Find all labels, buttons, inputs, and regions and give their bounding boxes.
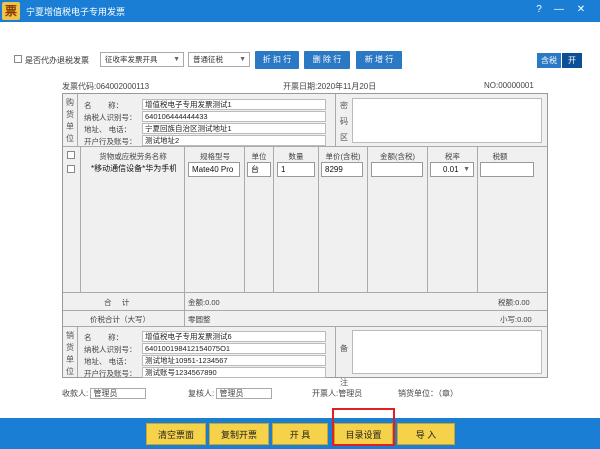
seller-bank-field[interactable]: 测试账号1234567890 [142,367,326,378]
item-tax-cell[interactable] [480,162,534,177]
total-amount: 金额:0.00 [188,298,220,307]
seller-tax-id-field[interactable]: 640100198412154075O1 [142,343,326,354]
item-price-cell[interactable]: 8299 [321,162,363,177]
tax-inclusive-toggle-label[interactable]: 含税 [537,53,561,68]
clear-form-button[interactable]: 清空票面 [146,423,206,445]
tax-type-select[interactable]: 普通征税 ▼ [188,52,250,67]
app-logo: 票 [2,2,20,20]
buyer-tax-id-label: 纳税人识别号： [84,113,137,122]
discount-row-button[interactable]: 折 扣 行 [255,51,299,69]
col-header-spec: 规格型号 [200,152,230,161]
item-name-cell[interactable]: *移动通信设备*华为手机 [88,162,176,177]
item-amount-cell[interactable] [371,162,423,177]
divider [367,147,368,292]
seller-address-field[interactable]: 测试地址10951-1234567 [142,355,326,366]
divider [63,310,547,311]
cipher-area-label: 密 码 区 [340,101,348,142]
seller-address-label: 地址、 电话： [84,357,132,366]
total-label: 合 计 [104,298,130,307]
issue-button[interactable]: 开 具 [272,423,328,445]
payee: 收款人: 管理员 [62,388,147,400]
import-button[interactable]: 导 入 [397,423,455,445]
divider [335,94,336,146]
chevron-down-icon: ▼ [173,56,180,63]
divider [244,147,245,292]
item-unit-cell[interactable]: 台 [247,162,271,177]
payee-select[interactable]: 管理员 [90,388,147,400]
divider [77,327,78,377]
divider [80,147,81,292]
divider [477,147,478,292]
small-total-value: 小写:0.00 [500,315,532,324]
capital-total-label: 价税合计（大写） [90,315,150,324]
title-bar: 票 宁夏增值税电子专用发票 ? — ✕ [0,0,600,22]
issue-date: 开票日期:2020年11月20日 [283,82,377,91]
issue-type-select[interactable]: 征收率发票开具 ▼ [100,52,184,67]
select-all-checkbox[interactable] [67,151,75,159]
buyer-name-field[interactable]: 增值税电子专用发票测试1 [142,99,326,110]
chevron-down-icon: ▼ [463,166,470,173]
help-icon[interactable]: ? [532,3,546,17]
divider [63,326,547,327]
delete-row-button[interactable]: 删 除 行 [304,51,350,69]
seller-bank-label: 开户行及账号： [84,369,137,378]
col-header-name: 货物或应税劳务名称 [99,152,167,161]
proxy-refund-label: 是否代办退税发票 [25,56,89,65]
col-header-amount: 金额(含税) [380,152,415,161]
tax-type-value: 普通征税 [193,55,223,64]
window-title: 宁夏增值税电子专用发票 [26,7,126,17]
divider [318,147,319,292]
divider [77,94,78,146]
invoice-number: NO:00000001 [484,81,534,90]
tax-inclusive-toggle-state[interactable]: 开 [562,53,582,68]
item-qty-cell[interactable]: 1 [277,162,315,177]
divider [184,147,185,292]
remark-field[interactable] [352,330,542,374]
highlight-box [332,408,395,446]
buyer-side-label: 购 货 单 位 [66,98,74,143]
cipher-area [352,98,542,143]
buyer-bank-field[interactable]: 测试地址2 [142,135,326,146]
buyer-bank-label: 开户行及账号： [84,137,137,146]
buyer-tax-id-field[interactable]: 640106444444433 [142,111,326,122]
divider [335,327,336,377]
seller-side-label: 销 货 单 位 [66,331,74,376]
buyer-address-label: 地址、 电话： [84,125,132,134]
col-header-qty: 数量 [288,152,304,161]
add-row-button[interactable]: 新 增 行 [356,51,402,69]
divider [63,292,547,293]
item-rate-select[interactable]: 0.01 ▼ [430,162,474,177]
close-icon[interactable]: ✕ [574,3,588,17]
col-header-tax: 税额 [492,152,508,161]
col-header-unit: 单位 [251,152,267,161]
divider [184,292,185,326]
buyer-address-field[interactable]: 宁夏回族自治区测试地址1 [142,123,326,134]
seller-name-field[interactable]: 增值税电子专用发票测试6 [142,331,326,342]
seller-seal: 销货单位：（章） [398,389,458,398]
total-tax: 税额:0.00 [498,298,530,307]
divider [427,147,428,292]
row-checkbox[interactable] [67,165,75,173]
col-header-price: 单价(含税) [325,152,361,161]
reviewer: 复核人: 管理员 [188,388,273,400]
copy-issue-button[interactable]: 复制开票 [209,423,269,445]
buyer-name-label: 名 称： [84,101,124,110]
minimize-icon[interactable]: — [552,3,566,17]
drawer: 开票人:管理员 [312,389,363,398]
seller-name-label: 名 称： [84,333,124,342]
item-rate-value: 0.01 [443,165,459,174]
capital-total-value: 零圆整 [188,315,211,324]
seller-tax-id-label: 纳税人识别号： [84,345,137,354]
item-spec-cell[interactable]: Mate40 Pro [188,162,240,177]
chevron-down-icon: ▼ [239,56,246,63]
invoice-code: 发票代码:064002000113 [62,82,150,91]
proxy-refund-checkbox[interactable] [14,55,22,63]
issue-type-value: 征收率发票开具 [105,55,158,64]
col-header-rate: 税率 [445,152,460,161]
reviewer-select[interactable]: 管理员 [216,388,273,400]
divider [273,147,274,292]
